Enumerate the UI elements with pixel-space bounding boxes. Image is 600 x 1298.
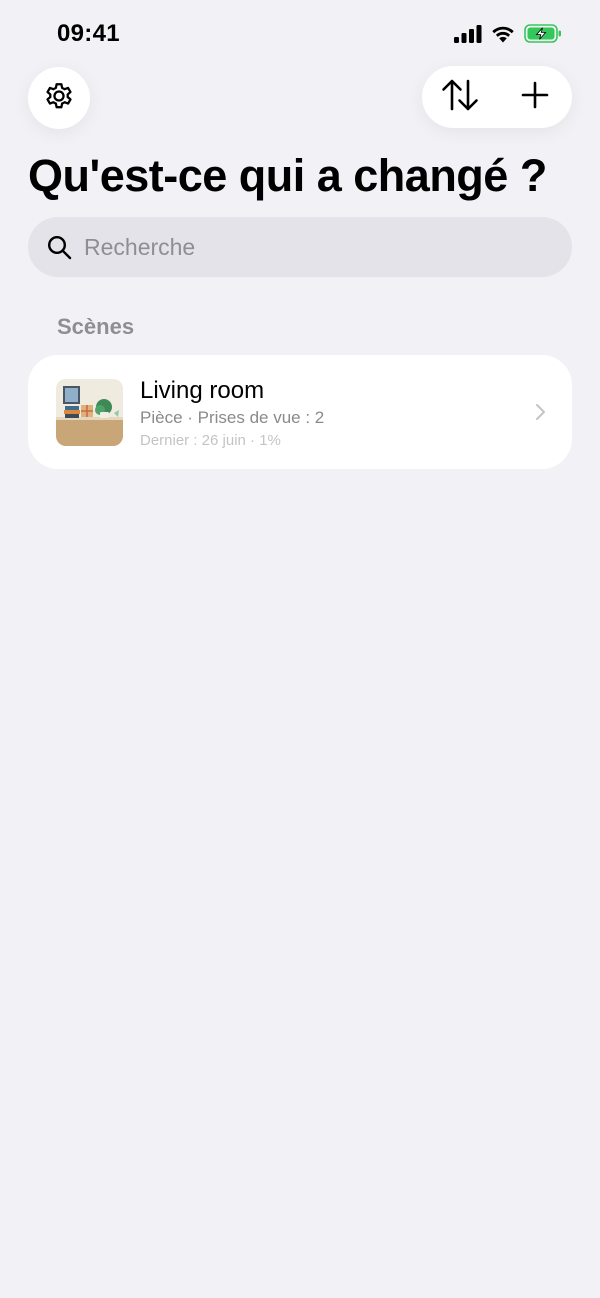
add-button[interactable] bbox=[497, 66, 572, 128]
section-header-scenes: Scènes bbox=[57, 314, 135, 339]
status-time: 09:41 bbox=[57, 20, 120, 47]
search-bar[interactable] bbox=[28, 217, 572, 277]
scene-last-updated: Dernier : 26 juin · 1% bbox=[140, 432, 281, 449]
scene-meta: Pièce · Prises de vue : 2 bbox=[140, 408, 325, 427]
search-input[interactable] bbox=[84, 217, 554, 277]
settings-button[interactable] bbox=[28, 67, 90, 129]
status-bar: 09:41 bbox=[0, 0, 600, 70]
gear-icon bbox=[42, 79, 76, 118]
scene-card[interactable]: Living room Pièce · Prises de vue : 2 De… bbox=[28, 355, 572, 469]
sort-arrows-icon bbox=[441, 78, 479, 117]
wifi-icon bbox=[490, 24, 516, 43]
sort-button[interactable] bbox=[422, 66, 497, 128]
toolbar-actions bbox=[422, 66, 572, 128]
page-title: Qu'est-ce qui a changé ? bbox=[28, 150, 547, 201]
search-icon bbox=[47, 235, 72, 265]
chevron-right-icon bbox=[535, 403, 546, 426]
plus-icon bbox=[521, 81, 549, 114]
signal-icon bbox=[454, 24, 482, 43]
app-screen: 09:41 Qu'est-ce qui a changé ? Recherche… bbox=[0, 0, 600, 1298]
scene-title: Living room bbox=[140, 377, 265, 404]
status-icons bbox=[454, 24, 562, 43]
living-room-thumbnail bbox=[56, 379, 123, 446]
battery-charging-icon bbox=[524, 24, 562, 43]
